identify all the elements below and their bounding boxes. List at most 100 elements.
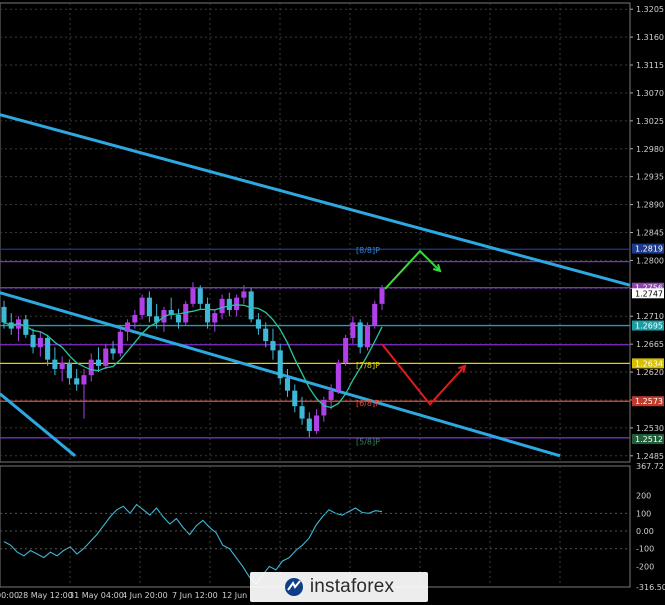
price-tick-label: 1.2890 bbox=[636, 201, 664, 210]
candle-body bbox=[364, 325, 371, 348]
price-tag-label: 1.2512 bbox=[635, 435, 663, 444]
moving-average-line bbox=[3, 304, 383, 409]
price-tick-label: 1.2530 bbox=[636, 424, 664, 433]
osc-tick-label: 200 bbox=[636, 492, 651, 501]
price-tick-label: 1.2620 bbox=[636, 368, 664, 377]
candle-body bbox=[88, 359, 94, 376]
candle-body bbox=[52, 359, 58, 369]
candle-body bbox=[132, 314, 138, 323]
grid-lines bbox=[0, 2, 631, 588]
candle-body bbox=[103, 348, 109, 366]
murrey-label: [7/8]P bbox=[356, 361, 380, 370]
candle-body bbox=[37, 337, 43, 348]
trend-channels bbox=[0, 113, 631, 458]
time-tick-label: 00:00 bbox=[0, 591, 19, 600]
candle-body bbox=[241, 291, 247, 298]
candle-body bbox=[175, 314, 182, 323]
candle-body bbox=[204, 303, 211, 323]
candle-body bbox=[379, 288, 385, 304]
logo-text: instaforex bbox=[309, 576, 395, 597]
price-tick-label: 1.3025 bbox=[636, 117, 664, 126]
candle-body bbox=[343, 337, 349, 363]
candle-body bbox=[197, 288, 203, 304]
candle-body bbox=[263, 328, 269, 342]
candle-body bbox=[277, 350, 283, 379]
price-tag-label: 1.2695 bbox=[635, 322, 663, 331]
price-tag-label: 1.2819 bbox=[635, 245, 663, 254]
price-tick-label: 1.2935 bbox=[636, 173, 664, 182]
time-tick-label: 31 May 04:00 bbox=[69, 591, 124, 600]
price-tick-label: 1.2845 bbox=[636, 229, 664, 238]
instaforex-logo-icon bbox=[284, 578, 303, 596]
murrey-label: [6/8]P bbox=[356, 399, 380, 408]
candle-body bbox=[190, 288, 196, 304]
price-tick-label: 1.2710 bbox=[636, 312, 664, 321]
osc-tick-label: -100 bbox=[636, 545, 654, 554]
osc-tick-label: 100 bbox=[636, 509, 651, 518]
moving-average bbox=[3, 304, 383, 409]
murrey-levels bbox=[0, 248, 630, 439]
candle-body bbox=[292, 390, 298, 407]
instaforex-logo: instaforex bbox=[250, 572, 428, 602]
price-tag-label: 1.2747 bbox=[635, 289, 663, 298]
candlesticks bbox=[1, 282, 385, 438]
candle-body bbox=[270, 341, 276, 351]
candle-body bbox=[372, 303, 378, 326]
candle-body bbox=[212, 313, 218, 323]
price-tick-label: 1.3070 bbox=[636, 89, 664, 98]
price-tick-label: 1.2665 bbox=[636, 340, 664, 349]
candle-body bbox=[255, 319, 261, 329]
forecast-arrow bbox=[381, 343, 466, 406]
price-tick-label: 1.3205 bbox=[636, 5, 664, 14]
price-tag-label: 1.2573 bbox=[635, 397, 663, 406]
trend-channel-line bbox=[0, 113, 631, 287]
price-tick-label: 1.2485 bbox=[636, 452, 664, 461]
trading-chart: [8/8]P[7/8]P[6/8]P[5/8]P 1.32051.31601.3… bbox=[0, 2, 665, 600]
candle-body bbox=[139, 297, 145, 315]
price-tick-label: 1.2980 bbox=[636, 145, 664, 154]
candle-body bbox=[66, 362, 72, 379]
price-tag-label: 1.2634 bbox=[635, 359, 663, 368]
candle-body bbox=[350, 322, 356, 338]
price-tick-label: 1.2800 bbox=[636, 256, 664, 265]
candle-body bbox=[45, 337, 51, 360]
candle-body bbox=[117, 331, 123, 354]
candle-body bbox=[328, 390, 334, 400]
candle-body bbox=[95, 359, 102, 366]
candle-body bbox=[306, 418, 312, 431]
candle-body bbox=[59, 362, 65, 369]
time-tick-label: 4 Jun 20:00 bbox=[122, 591, 168, 600]
candle-body bbox=[314, 415, 320, 431]
candle-body bbox=[125, 322, 131, 332]
trend-channel-line bbox=[0, 392, 76, 457]
candle-body bbox=[30, 334, 36, 348]
candle-body bbox=[1, 306, 7, 323]
candle-body bbox=[110, 348, 116, 354]
murrey-label: [8/8]P bbox=[356, 246, 380, 255]
time-tick-label: 12 Jun bbox=[222, 591, 247, 600]
time-axis: 00:0028 May 12:0031 May 04:004 Jun 20:00… bbox=[0, 591, 247, 600]
time-tick-label: 28 May 12:00 bbox=[18, 591, 73, 600]
osc-tick-label: 367.72 bbox=[636, 462, 664, 471]
candle-body bbox=[81, 375, 87, 385]
osc-tick-label: 0.00 bbox=[636, 527, 654, 536]
candle-body bbox=[357, 322, 363, 348]
forecast-arrows bbox=[381, 249, 467, 406]
price-tick-label: 1.3160 bbox=[636, 33, 664, 42]
osc-tick-label: -200 bbox=[636, 562, 654, 571]
candle-body bbox=[234, 297, 240, 311]
candle-body bbox=[226, 298, 232, 311]
forecast-arrow bbox=[384, 249, 441, 290]
candle-body bbox=[321, 399, 327, 416]
candle-body bbox=[284, 378, 291, 391]
price-axis: 1.3205 1.3160 1.3115 1.3070 1.3025 1.2980 1.29… bbox=[630, 5, 664, 461]
osc-tick-label: -316.508 bbox=[636, 583, 665, 592]
candle-body bbox=[146, 297, 152, 317]
candle-body bbox=[219, 298, 225, 314]
time-tick-label: 7 Jun 12:00 bbox=[172, 591, 218, 600]
murrey-label: [5/8]P bbox=[356, 438, 380, 447]
candle-body bbox=[248, 291, 254, 320]
candle-body bbox=[299, 406, 305, 419]
price-tick-label: 1.3115 bbox=[636, 61, 664, 70]
candle-body bbox=[74, 378, 80, 385]
